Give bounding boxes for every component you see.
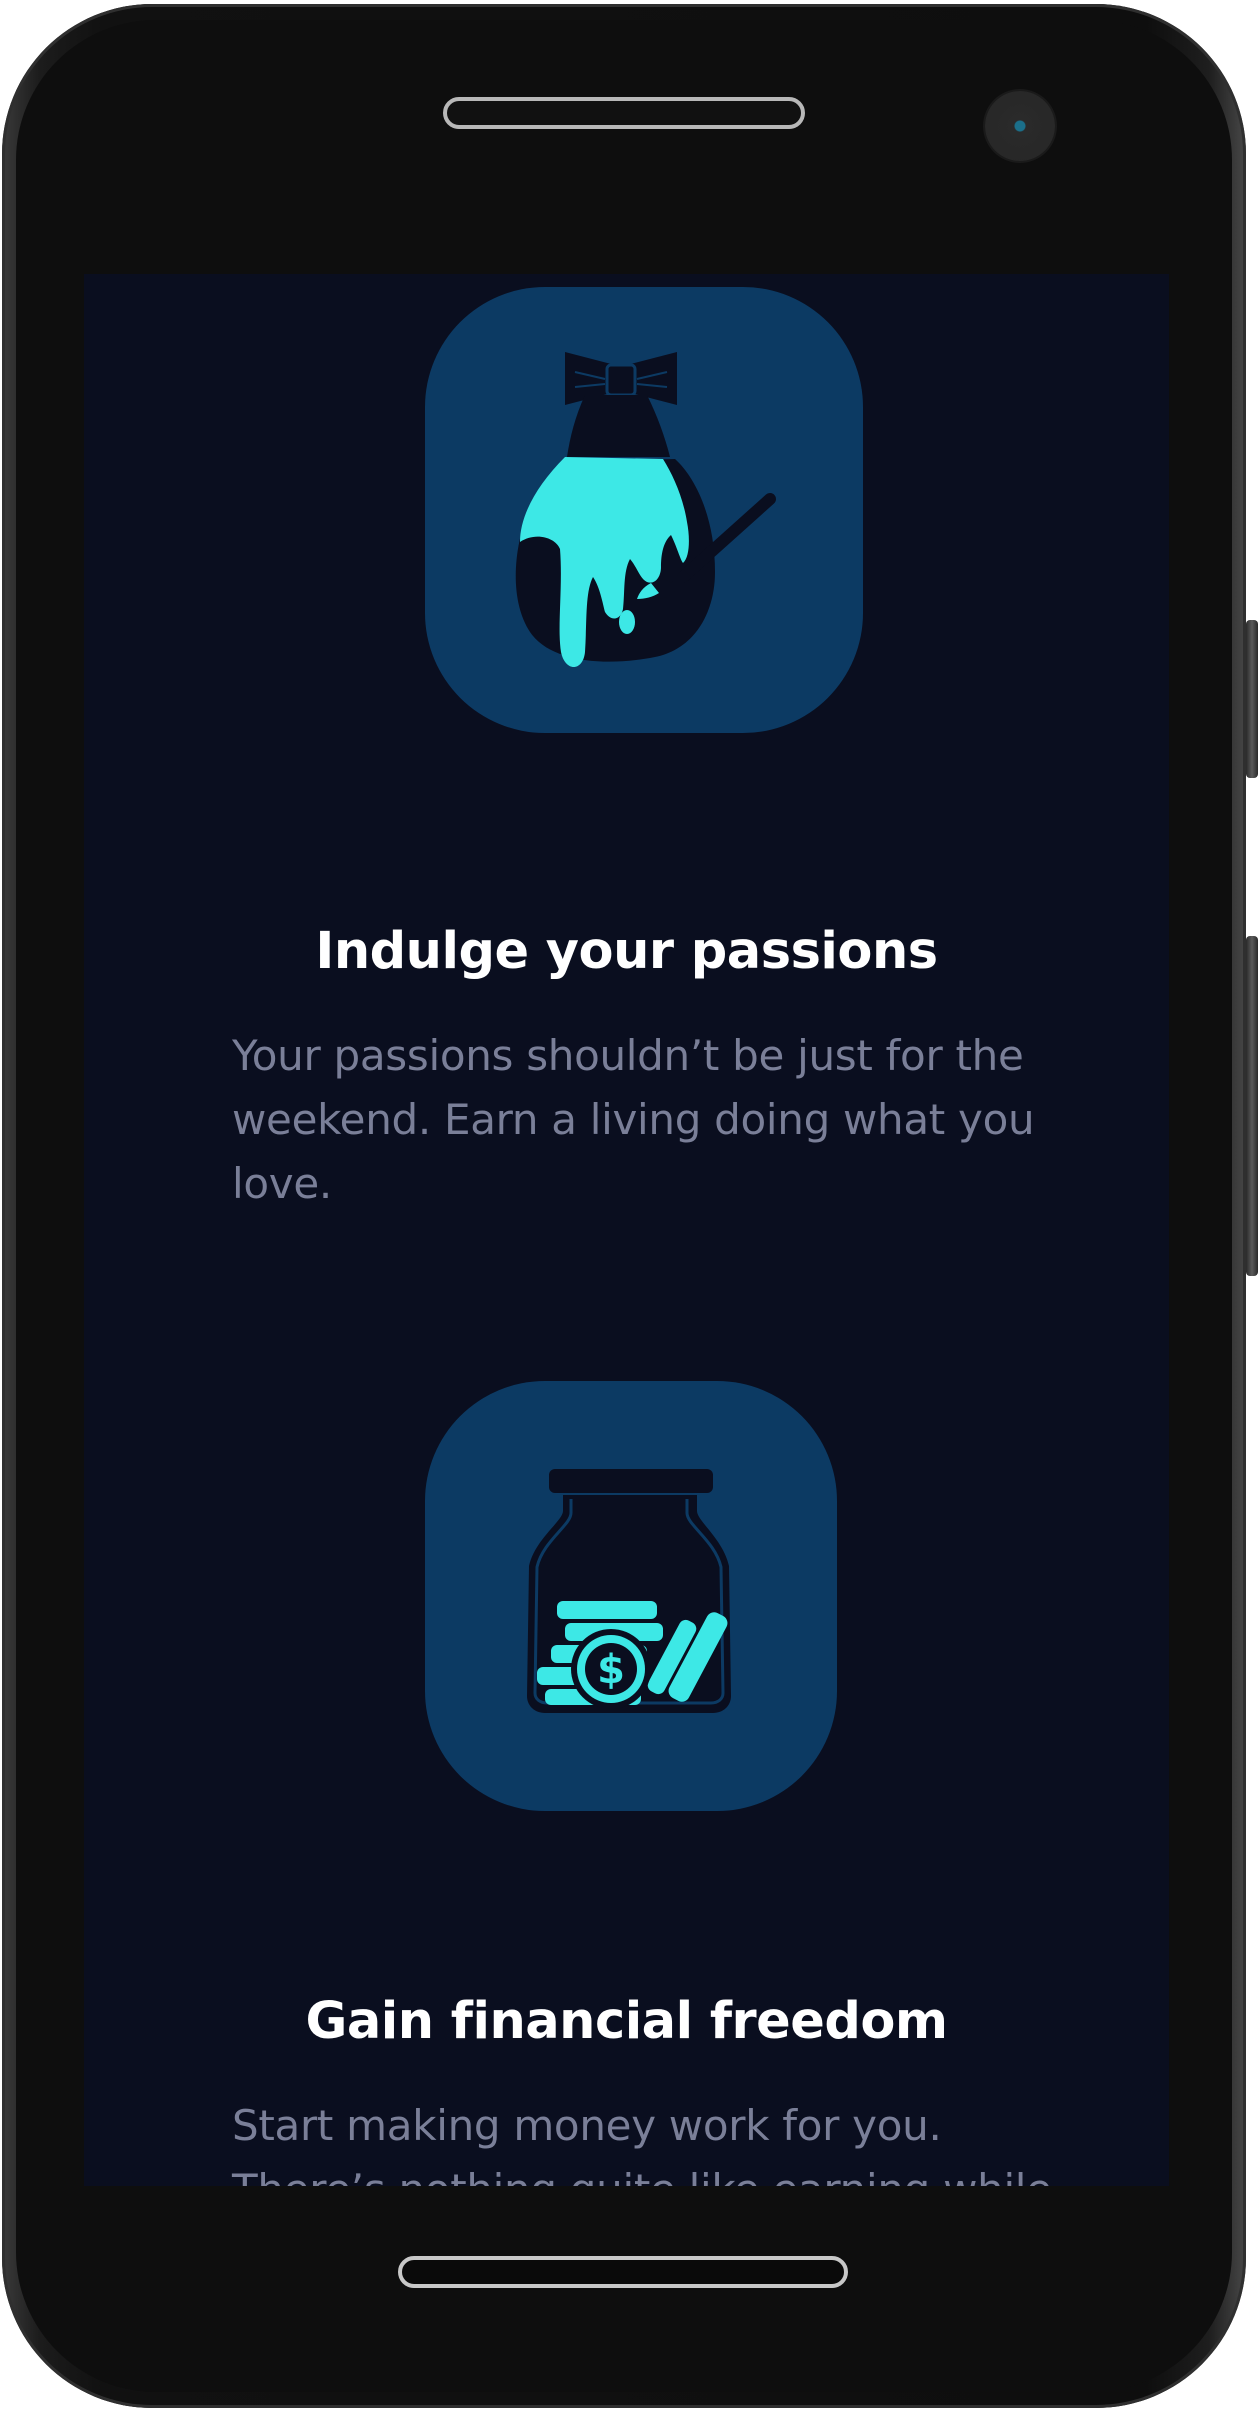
paint-dripping-bag-icon [515, 352, 776, 667]
feature-icon-tile [425, 287, 863, 733]
feature-title: Indulge your passions [315, 922, 938, 981]
earpiece-speaker [443, 97, 805, 129]
svg-text:$: $ [597, 1647, 625, 1693]
feature-card-passions: Indulge your passions Your passions shou… [84, 274, 1169, 1234]
phone-frame: Indulge your passions Your passions shou… [0, 0, 1260, 2415]
app-screen: Indulge your passions Your passions shou… [84, 274, 1169, 2186]
feature-card-financial-freedom: $ Gain financial freedom Start making mo… [84, 1364, 1169, 2186]
feature-icon-tile: $ [425, 1381, 837, 1811]
volume-button [1246, 620, 1258, 778]
feature-description: Start making money work for you. There’s… [232, 2101, 1052, 2186]
power-button [1246, 936, 1258, 1276]
feature-title: Gain financial freedom [305, 1992, 948, 2051]
home-indicator[interactable] [398, 2256, 848, 2288]
money-jar-icon: $ [527, 1469, 731, 1713]
feature-description: Your passions shouldn’t be just for the … [232, 1031, 1035, 1208]
front-camera-icon [985, 91, 1055, 161]
